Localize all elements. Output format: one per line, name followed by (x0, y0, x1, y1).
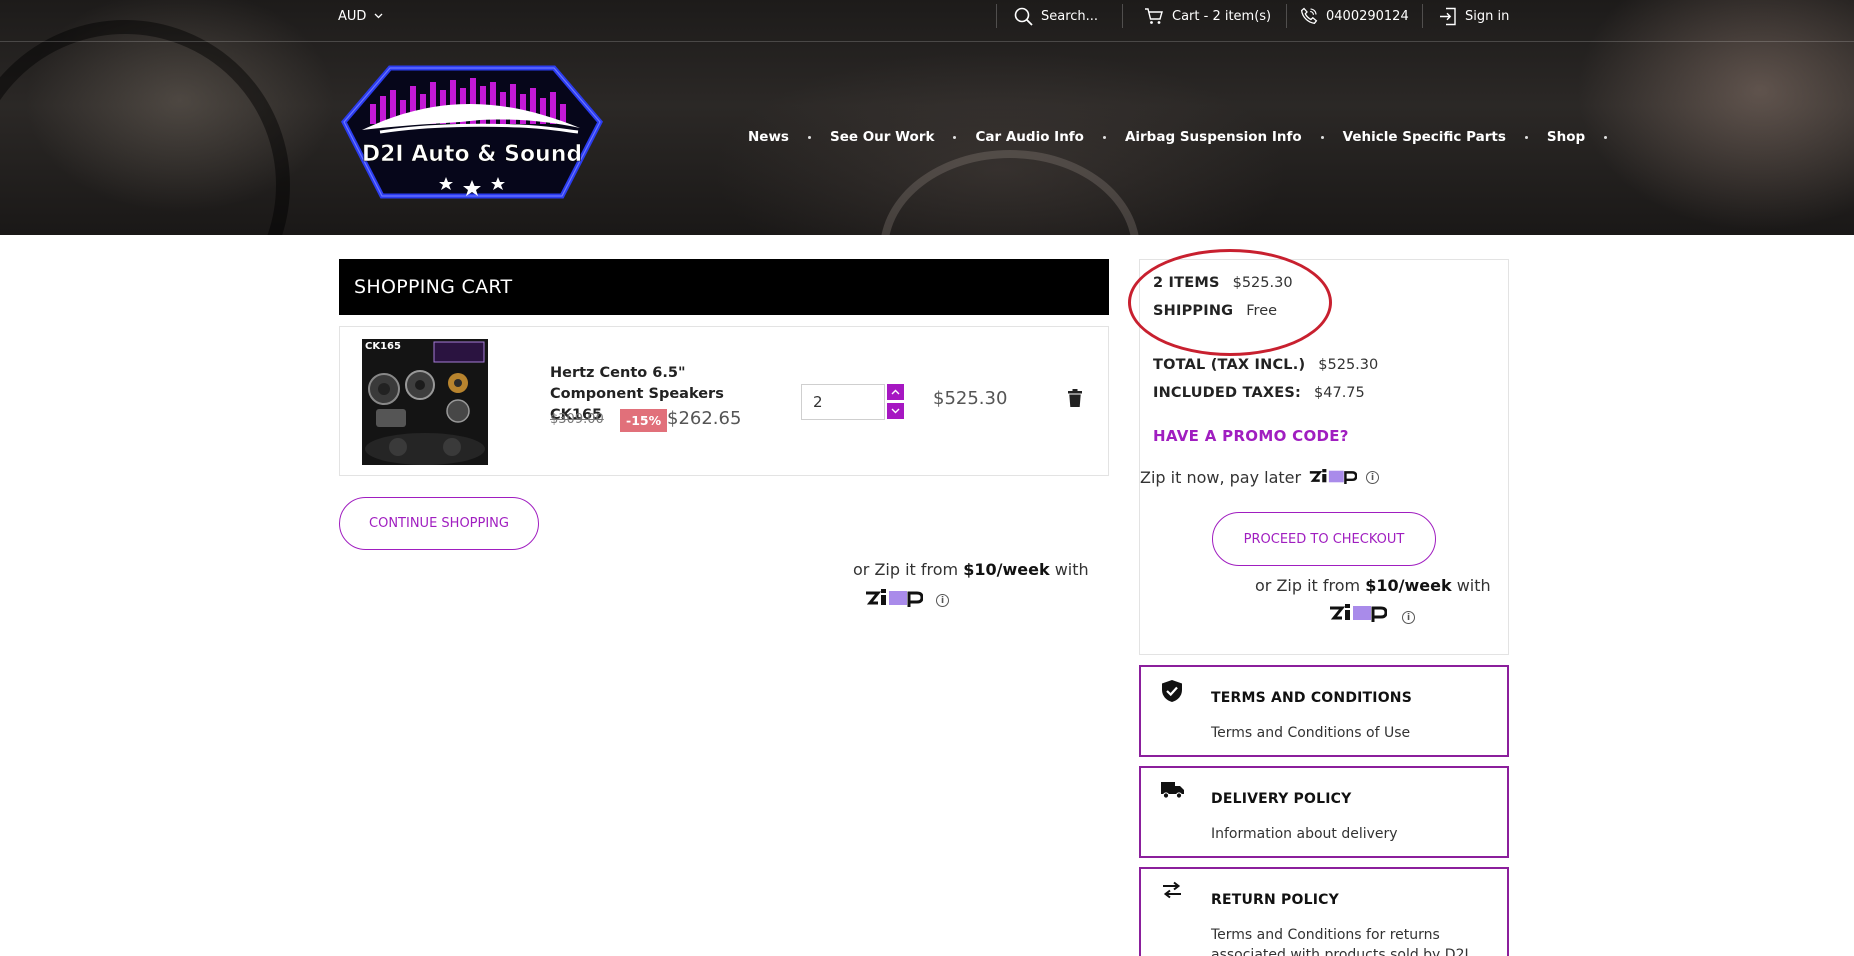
logo-emblem: D2I Auto & Sound (341, 65, 603, 199)
zip-amount: $10/week (963, 560, 1050, 579)
quantity-increase-button[interactable] (887, 384, 904, 400)
total-label: TOTAL (TAX INCL.) (1153, 357, 1306, 373)
product-thumbnail[interactable]: CK165 (362, 339, 488, 465)
policy-description: Terms and Conditions for returns associa… (1211, 927, 1469, 956)
shield-check-icon (1161, 679, 1183, 707)
nav-item-news[interactable]: News (748, 129, 789, 145)
nav-separator (1102, 135, 1106, 139)
policy-return[interactable]: RETURN POLICY Terms and Conditions for r… (1139, 867, 1509, 956)
nav-item-see-our-work[interactable]: See Our Work (830, 129, 935, 145)
line-total-price: $525.30 (933, 388, 1008, 409)
promo-code-link[interactable]: HAVE A PROMO CODE? (1153, 427, 1349, 445)
top-utility-bar: AUD Search... Cart - 2 item(s) 040029012… (0, 0, 1854, 42)
zip-info-icon[interactable]: i (936, 594, 949, 607)
policy-title: DELIVERY POLICY (1211, 791, 1352, 807)
phone-number: 0400290124 (1326, 8, 1409, 24)
nav-item-airbag-suspension-info[interactable]: Airbag Suspension Info (1125, 129, 1302, 145)
proceed-to-checkout-button[interactable]: PROCEED TO CHECKOUT (1212, 512, 1436, 566)
discount-badge: -15% (620, 409, 668, 432)
taxes-value: $47.75 (1314, 385, 1365, 401)
truck-icon (1161, 780, 1185, 804)
continue-shopping-button[interactable]: CONTINUE SHOPPING (339, 497, 539, 550)
background-wheel-left (0, 20, 290, 235)
sale-price: $262.65 (667, 408, 742, 429)
chevron-down-icon (891, 408, 900, 414)
zip-logo (1329, 602, 1388, 628)
zip-suffix: with (1456, 576, 1491, 595)
policy-terms-and-conditions[interactable]: TERMS AND CONDITIONS Terms and Condition… (1139, 665, 1509, 757)
phone-icon (1300, 7, 1318, 24)
policy-description: Terms and Conditions of Use (1211, 725, 1411, 741)
chevron-down-icon (374, 13, 383, 19)
search-button[interactable]: Search... (1014, 0, 1098, 32)
quantity-decrease-button[interactable] (887, 403, 904, 419)
nav-separator (953, 135, 957, 139)
policy-title: RETURN POLICY (1211, 892, 1339, 908)
divider (1286, 4, 1287, 28)
zip-prefix: or Zip it from (853, 560, 959, 579)
zip-logo-icon (1309, 469, 1358, 484)
taxes-label: INCLUDED TAXES: (1153, 385, 1302, 401)
site-logo[interactable]: D2I Auto & Sound (340, 60, 604, 210)
continue-shopping-label: CONTINUE SHOPPING (369, 516, 509, 531)
product-image-code: CK165 (365, 341, 401, 352)
swap-arrows-icon (1161, 881, 1183, 903)
product-image (362, 339, 488, 465)
policy-description: Information about delivery (1211, 826, 1398, 842)
zip-prefix: or Zip it from (1255, 576, 1361, 595)
annotation-circle (1128, 249, 1332, 356)
currency-label: AUD (338, 8, 367, 24)
zip-installment-text: or Zip it from $10/week with (1255, 576, 1491, 595)
nav-separator (807, 135, 811, 139)
policy-title: TERMS AND CONDITIONS (1211, 690, 1413, 706)
total-row: TOTAL (TAX INCL.) $525.30 (1153, 357, 1378, 373)
zip-logo-icon (866, 589, 924, 607)
nav-separator (1604, 135, 1608, 139)
zip-logo (1309, 467, 1358, 490)
regular-price: $309.00 (550, 412, 604, 427)
currency-selector[interactable]: AUD (338, 0, 383, 32)
zip-info-icon[interactable]: i (1366, 471, 1379, 484)
divider (1122, 4, 1123, 28)
cart-line-item: CK165 Hertz Cento 6.5" Component Speaker… (339, 326, 1109, 476)
phone-link[interactable]: 0400290124 (1300, 0, 1409, 32)
chevron-up-icon (891, 389, 900, 395)
remove-item-button[interactable] (1068, 389, 1082, 411)
nav-separator (1524, 135, 1528, 139)
quantity-input[interactable]: 2 (801, 384, 885, 420)
zip-amount: $10/week (1365, 576, 1452, 595)
signin-link[interactable]: Sign in (1439, 0, 1509, 32)
zip-now-text: Zip it now, pay later (1140, 468, 1302, 487)
policy-delivery[interactable]: DELIVERY POLICY Information about delive… (1139, 766, 1509, 858)
taxes-row: INCLUDED TAXES: $47.75 (1153, 385, 1365, 401)
nav-separator (1320, 135, 1324, 139)
zip-installment-text: or Zip it from $10/week with (853, 560, 1089, 579)
zip-logo-icon (1330, 604, 1388, 622)
nav-item-car-audio-info[interactable]: Car Audio Info (975, 129, 1083, 145)
search-label: Search... (1041, 8, 1099, 24)
divider (996, 4, 997, 28)
total-value: $525.30 (1318, 357, 1379, 373)
divider (1422, 4, 1423, 28)
nav-item-shop[interactable]: Shop (1547, 129, 1585, 145)
zip-info-icon[interactable]: i (1402, 611, 1415, 624)
page-title: SHOPPING CART (354, 276, 513, 298)
header-hero: AUD Search... Cart - 2 item(s) 040029012… (0, 0, 1854, 235)
search-icon (1014, 7, 1033, 26)
signin-icon (1440, 7, 1456, 25)
cart-icon (1145, 8, 1163, 24)
background-wheel-center (880, 150, 1140, 235)
zip-logo (865, 587, 924, 613)
checkout-label: PROCEED TO CHECKOUT (1243, 531, 1405, 547)
cart-link[interactable]: Cart - 2 item(s) (1144, 0, 1271, 32)
main-nav: News See Our Work Car Audio Info Airbag … (748, 125, 1626, 149)
zip-suffix: with (1054, 560, 1089, 579)
signin-label: Sign in (1465, 8, 1510, 24)
cart-label: Cart - 2 item(s) (1172, 8, 1272, 24)
nav-item-vehicle-specific-parts[interactable]: Vehicle Specific Parts (1343, 129, 1506, 145)
svg-text:D2I Auto & Sound: D2I Auto & Sound (362, 142, 582, 167)
trash-icon (1068, 389, 1082, 407)
shopping-cart-heading: SHOPPING CART (339, 259, 1109, 315)
